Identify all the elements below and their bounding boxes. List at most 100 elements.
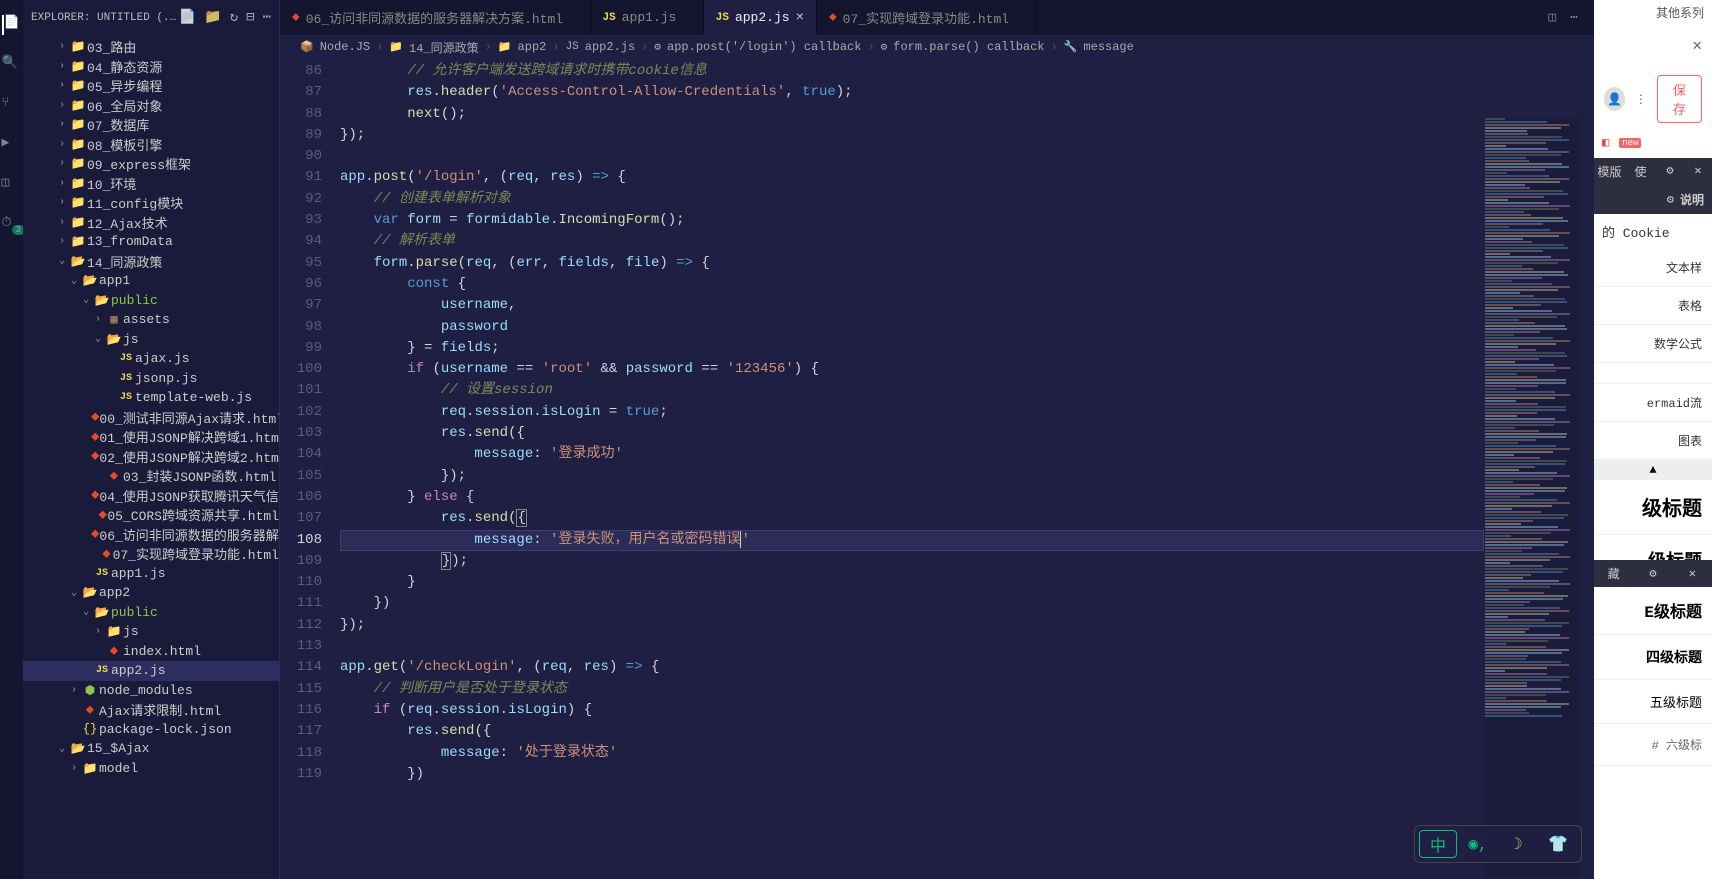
kebab-icon[interactable]: ⋮ — [1635, 92, 1647, 107]
panel2-close-icon[interactable]: ✕ — [1673, 561, 1712, 586]
tree-item[interactable]: ⬥Ajax请求限制.html — [23, 700, 279, 720]
more-icon[interactable]: ⋯ — [263, 9, 271, 26]
code-line[interactable] — [340, 146, 1594, 167]
tree-item[interactable]: ⬥07_实现跨域登录功能.html — [23, 544, 279, 564]
file-tree[interactable]: ›📁03_路由›📁04_静态资源›📁05_异步编程›📁06_全局对象›📁07_数… — [23, 35, 279, 879]
code-line[interactable]: if (username == 'root' && password == '1… — [340, 359, 1594, 380]
tree-item[interactable]: ›📁11_config模块 — [23, 193, 279, 213]
tree-item[interactable]: JSjsonp.js — [23, 369, 279, 389]
close-icon[interactable]: × — [796, 10, 804, 26]
tree-item[interactable]: ⬥index.html — [23, 642, 279, 662]
tree-item[interactable]: {}package-lock.json — [23, 720, 279, 740]
breadcrumb-item[interactable]: app.post('/login') callback — [667, 40, 861, 54]
tree-item[interactable]: JStemplate-web.js — [23, 388, 279, 408]
search-icon[interactable]: 🔍 — [2, 55, 22, 75]
tree-item[interactable]: ⌄📂app1 — [23, 271, 279, 291]
tree-item[interactable]: ›📁03_路由 — [23, 37, 279, 57]
right-list-item[interactable]: 文本样 — [1594, 249, 1712, 287]
circle-icon[interactable]: ◉, — [1459, 830, 1497, 858]
gear-icon[interactable]: ⚙ — [1656, 158, 1684, 185]
tree-item[interactable]: JSajax.js — [23, 349, 279, 369]
source-control-icon[interactable]: ⑂ — [2, 95, 22, 115]
right-list-item[interactable]: ermaid流 — [1594, 384, 1712, 422]
editor-tab[interactable]: ⬥07_实现跨域登录功能.html× — [817, 0, 1037, 35]
lang-toggle[interactable]: 中 — [1419, 830, 1457, 858]
code-line[interactable]: }) — [340, 593, 1594, 614]
tree-item[interactable]: ⬥04_使用JSONP获取腾讯天气信... — [23, 486, 279, 506]
tree-item[interactable]: ⌄📂public — [23, 603, 279, 623]
code-content[interactable]: // 允许客户端发送跨域请求时携带cookie信息 res.header('Ac… — [340, 59, 1594, 879]
code-line[interactable]: message: '处于登录状态' — [340, 743, 1594, 764]
tree-item[interactable]: ⌄📂14_同源政策 — [23, 252, 279, 272]
tab-templates[interactable]: 模版 — [1594, 158, 1625, 185]
code-line[interactable]: next(); — [340, 104, 1594, 125]
tree-item[interactable]: ⌄📂public — [23, 291, 279, 311]
refresh-icon[interactable]: ↻ — [230, 9, 238, 26]
tree-item[interactable]: ⬥02_使用JSONP解决跨域2.html — [23, 447, 279, 467]
debug-icon[interactable]: ▶ — [2, 135, 22, 155]
code-line[interactable]: res.send({ — [340, 423, 1594, 444]
code-line[interactable]: } — [340, 572, 1594, 593]
tree-item[interactable]: ›📁08_模板引擎 — [23, 135, 279, 155]
tree-item[interactable]: ›📁04_静态资源 — [23, 57, 279, 77]
breadcrumb-item[interactable]: app2 — [518, 40, 547, 54]
code-line[interactable]: // 设置session — [340, 380, 1594, 401]
code-line[interactable]: const { — [340, 274, 1594, 295]
tree-item[interactable]: ⌄📂app2 — [23, 583, 279, 603]
editor-tab[interactable]: ⬥06_访问非同源数据的服务器解决方案.html× — [280, 0, 591, 35]
tree-item[interactable]: ⬥00_测试非同源Ajax请求.html — [23, 408, 279, 428]
heading-sample[interactable]: E级标题 — [1594, 586, 1712, 635]
heading-sample[interactable]: # 六级标 — [1594, 724, 1712, 766]
code-line[interactable]: // 允许客户端发送跨域请求时携带cookie信息 — [340, 61, 1594, 82]
tree-item[interactable]: ⬥06_访问非同源数据的服务器解... — [23, 525, 279, 545]
tree-item[interactable]: ›📁05_异步编程 — [23, 76, 279, 96]
code-line[interactable]: form.parse(req, (err, fields, file) => { — [340, 253, 1594, 274]
tree-item[interactable]: JSapp2.js — [23, 661, 279, 681]
breadcrumb-item[interactable]: 14_同源政策 — [409, 39, 479, 56]
timeline-icon[interactable]: ⏱3 — [2, 215, 22, 235]
tree-item[interactable]: ⬥01_使用JSONP解决跨域1.html — [23, 427, 279, 447]
heading-sample[interactable]: 四级标题 — [1594, 635, 1712, 680]
right-list-item[interactable]: 数学公式 — [1594, 325, 1712, 363]
heading-sample[interactable]: 级标题 — [1594, 480, 1712, 535]
code-line[interactable]: req.session.isLogin = true; — [340, 402, 1594, 423]
code-line[interactable]: app.get('/checkLogin', (req, res) => { — [340, 657, 1594, 678]
tab-use[interactable]: 使 — [1625, 158, 1656, 185]
tree-item[interactable]: ›📁js — [23, 622, 279, 642]
tree-item[interactable]: ⌄📂js — [23, 330, 279, 350]
gear-icon[interactable]: ⚙ — [1667, 192, 1674, 207]
breadcrumb-item[interactable]: app2.js — [585, 40, 635, 54]
right-list-item[interactable] — [1594, 363, 1712, 384]
tree-item[interactable]: ›📁model — [23, 759, 279, 779]
code-line[interactable]: }); — [340, 615, 1594, 636]
tree-item[interactable]: ›📁13_fromData — [23, 232, 279, 252]
code-line[interactable]: if (req.session.isLogin) { — [340, 700, 1594, 721]
editor-tab[interactable]: JSapp2.js× — [704, 0, 817, 35]
tree-item[interactable]: ›📁06_全局对象 — [23, 96, 279, 116]
code-line[interactable]: // 判断用户是否处于登录状态 — [340, 679, 1594, 700]
code-line[interactable]: res.send({ — [340, 721, 1594, 742]
tree-item[interactable]: JSapp1.js — [23, 564, 279, 584]
tree-item[interactable]: ›📁07_数据库 — [23, 115, 279, 135]
code-line[interactable]: } = fields; — [340, 338, 1594, 359]
split-icon[interactable]: ◫ — [1548, 10, 1556, 25]
code-line[interactable]: res.send({ — [340, 508, 1594, 529]
code-line[interactable]: var form = formidable.IncomingForm(); — [340, 210, 1594, 231]
tree-item[interactable]: ⬥03_封装JSONP函数.html — [23, 466, 279, 486]
cube-icon[interactable]: ◧ — [1602, 135, 1609, 150]
more-icon[interactable]: ⋯ — [1570, 10, 1578, 25]
code-line[interactable]: // 创建表单解析对象 — [340, 189, 1594, 210]
code-line[interactable] — [340, 636, 1594, 657]
code-line[interactable]: } else { — [340, 487, 1594, 508]
moon-icon[interactable]: ☽ — [1499, 830, 1537, 858]
code-area[interactable]: 8687888990919293949596979899100101102103… — [280, 59, 1594, 879]
breadcrumb-item[interactable]: form.parse() callback — [893, 40, 1044, 54]
tree-item[interactable]: ›📁12_Ajax技术 — [23, 213, 279, 233]
code-line[interactable]: res.header('Access-Control-Allow-Credent… — [340, 82, 1594, 103]
shirt-icon[interactable]: 👕 — [1539, 830, 1577, 858]
explorer-icon[interactable]: 📄 — [2, 15, 22, 35]
tree-item[interactable]: ⌄📂15_$Ajax — [23, 739, 279, 759]
breadcrumb-item[interactable]: message — [1083, 40, 1133, 54]
tree-item[interactable]: ›📁10_环境 — [23, 174, 279, 194]
scroll-up-icon[interactable]: ▲ — [1594, 460, 1712, 480]
